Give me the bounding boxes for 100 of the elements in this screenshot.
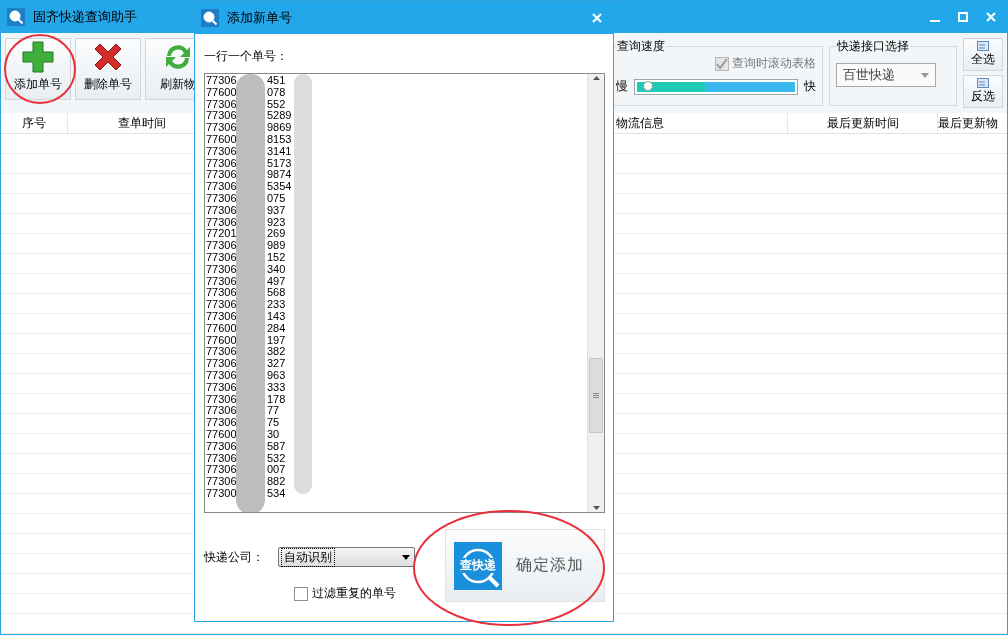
group-title: 快递接口选择 [836, 38, 910, 55]
number-end: 9869 [267, 122, 293, 134]
number-start: 77306 [206, 310, 237, 323]
scroll-thumb[interactable] [589, 358, 603, 433]
number-end: 989 [267, 240, 287, 252]
number-end: 77 [267, 405, 281, 418]
column-header: 最后更新时间 [826, 114, 899, 132]
number-end: 075 [267, 192, 287, 205]
dropdown-arrow-icon [402, 554, 410, 560]
number-end: 532 [267, 452, 287, 465]
number-end: 197 [267, 334, 287, 347]
number-end: 451 [267, 75, 287, 87]
number-start: 77306 [206, 204, 237, 217]
number-start: 77306 [206, 464, 237, 477]
checkbox-label: 过滤重复的单号 [312, 585, 396, 602]
number-start: 77306 [206, 405, 237, 418]
number-end: 552 [267, 98, 287, 111]
number-end: 5173 [267, 157, 293, 170]
fast-label: 快 [804, 78, 816, 95]
number-end: 143 [267, 310, 287, 323]
list-icon [977, 78, 989, 88]
column-header: 查单时间 [117, 114, 166, 132]
delete-button[interactable]: 删除单号 [75, 38, 141, 100]
column-header: 物流信息 [616, 114, 664, 132]
list-icon [977, 41, 989, 51]
number-start: 77306 [206, 157, 237, 170]
number-start: 77306 [206, 299, 237, 311]
number-end: 382 [267, 346, 287, 359]
search-logo-icon [7, 8, 25, 26]
checkbox-label: 查询时滚动表格 [732, 55, 816, 72]
number-start: 77306 [206, 169, 237, 182]
number-end: 963 [267, 369, 287, 382]
number-start: 77306 [206, 440, 237, 453]
plus-icon [21, 40, 55, 74]
number-start: 77300 [206, 487, 237, 500]
api-dropdown[interactable]: 百世快递 [836, 63, 936, 87]
number-end: 568 [267, 287, 287, 300]
scrollbar[interactable] [587, 74, 604, 512]
number-start: 77306 [206, 275, 237, 288]
number-end: 233 [267, 299, 287, 311]
number-start: 77306 [206, 476, 237, 488]
number-end: 30 [267, 428, 281, 441]
number-start: 77600 [206, 322, 237, 335]
number-end: 937 [267, 204, 287, 217]
number-end: 284 [267, 322, 287, 335]
company-dropdown[interactable]: 自动识别 [278, 547, 415, 567]
number-start: 77306 [206, 122, 237, 134]
column-header: 最后更新物 [938, 114, 998, 132]
close-icon [986, 12, 996, 22]
minimize-icon [930, 19, 940, 22]
dropdown-arrow-icon [921, 72, 929, 78]
tracking-numbers-field[interactable] [204, 73, 605, 513]
invert-selection-button[interactable]: 反选 [963, 75, 1003, 108]
number-start: 77600 [206, 428, 237, 441]
number-start: 77600 [206, 334, 237, 347]
slider-thumb[interactable] [643, 80, 653, 91]
search-logo-icon [201, 9, 219, 27]
window-title: 固齐快递查询助手 [33, 8, 137, 26]
group-title: 查询速度 [616, 38, 666, 55]
number-end: 178 [267, 393, 287, 406]
slow-label: 慢 [616, 78, 628, 95]
number-end: 587 [267, 440, 287, 453]
number-start: 77306 [206, 287, 237, 300]
number-start: 77306 [206, 192, 237, 205]
speed-slider[interactable] [634, 78, 798, 95]
search-express-icon: 查快递 [454, 541, 502, 590]
number-start: 77306 [206, 381, 237, 394]
number-start: 77306 [206, 240, 237, 252]
number-start: 77306 [206, 369, 237, 382]
number-end: 3141 [267, 145, 293, 158]
company-label: 快递公司： [204, 548, 264, 566]
number-start: 77306 [206, 110, 237, 123]
number-start: 77306 [206, 393, 237, 406]
number-start: 77306 [206, 98, 237, 111]
scroll-down-icon[interactable] [592, 506, 600, 510]
number-end: 327 [267, 358, 287, 370]
dialog-title: 添加新单号 [227, 9, 292, 27]
confirm-add-button[interactable]: 查快递 确定添加 [445, 529, 605, 602]
number-end: 007 [267, 464, 287, 477]
number-start: 77306 [206, 358, 237, 370]
number-end: 8153 [267, 134, 293, 146]
number-start: 77306 [206, 216, 237, 229]
number-end: 923 [267, 216, 287, 229]
number-end: 152 [267, 251, 287, 264]
checkbox[interactable] [294, 586, 308, 601]
number-end: 5354 [267, 181, 293, 193]
number-start: 77306 [206, 417, 237, 429]
select-all-button[interactable]: 全选 [963, 38, 1003, 71]
number-end: 882 [267, 476, 287, 488]
add-button[interactable]: 添加单号 [5, 38, 71, 100]
scroll-up-icon[interactable] [592, 76, 600, 80]
number-end: 340 [267, 263, 287, 276]
number-start: 77306 [206, 346, 237, 359]
number-end: 5289 [267, 110, 293, 123]
number-start: 77306 [206, 263, 237, 276]
number-end: 497 [267, 275, 287, 288]
number-end: 269 [267, 228, 287, 241]
number-start: 77201 [206, 228, 237, 241]
number-end: 333 [267, 381, 287, 394]
number-start: 77306 [206, 452, 237, 465]
